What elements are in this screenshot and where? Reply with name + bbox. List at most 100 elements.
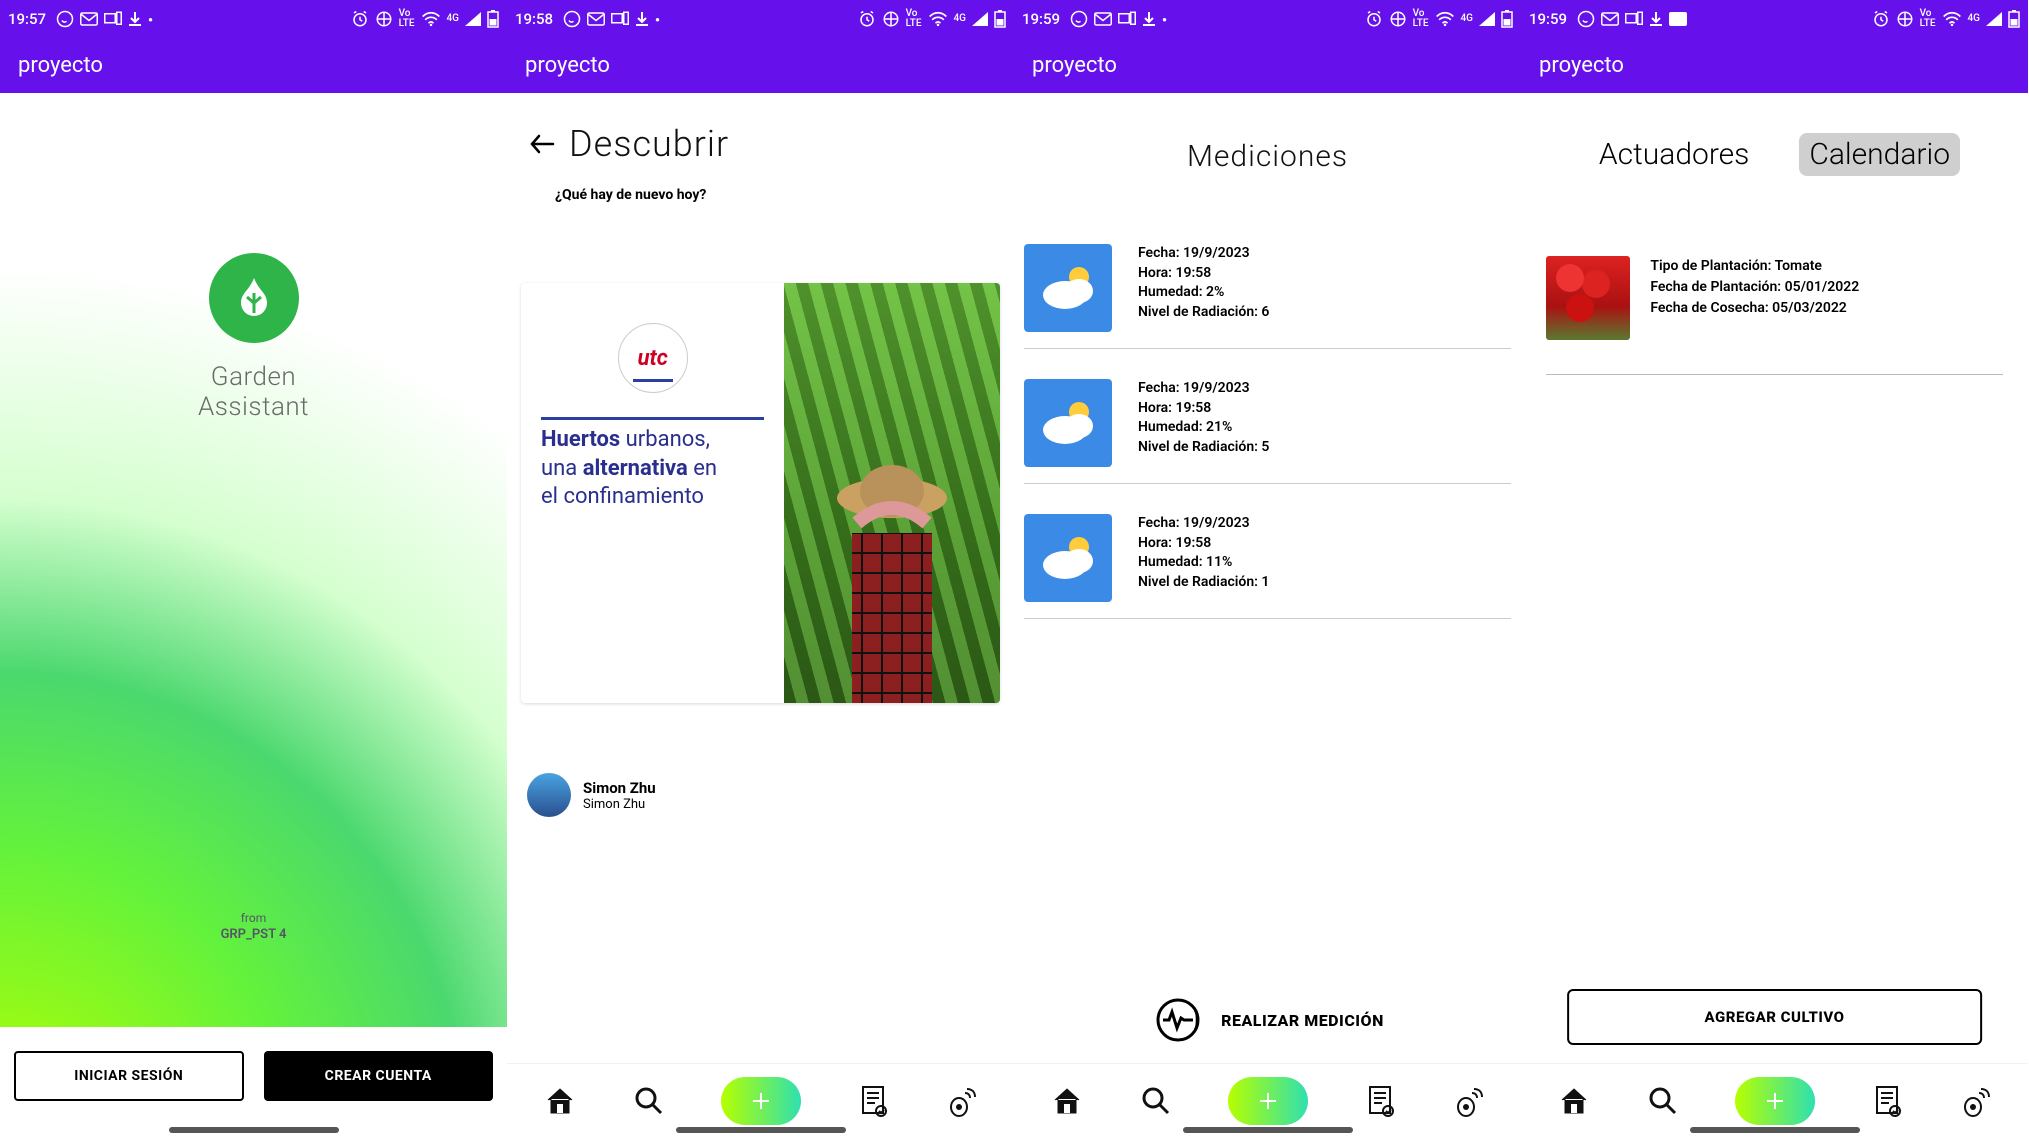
page-title: Mediciones	[1187, 139, 1348, 174]
weather-icon	[1024, 244, 1112, 332]
calendar-body: Actuadores Calendario Tipo de Plantación…	[1521, 93, 2028, 1137]
screen-login: 19:57 ● Vo LTE	[0, 0, 507, 1137]
screen-calendar: 19:59 Vo LTE 4G proyecto Actuadores Cale…	[1521, 0, 2028, 1137]
measure-button[interactable]: REALIZAR MEDICIÓN	[1014, 993, 1521, 1047]
download-icon	[1142, 11, 1156, 27]
tab-actuators[interactable]: Actuadores	[1589, 133, 1759, 176]
card-image	[784, 283, 1000, 703]
meas-date: Fecha: 19/9/2023	[1138, 379, 1269, 399]
status-time: 19:58	[515, 10, 553, 28]
status-time: 19:59	[1022, 10, 1060, 28]
meas-date: Fecha: 19/9/2023	[1138, 244, 1269, 264]
card-left: utc Huertos urbanos, una alternativa en …	[521, 283, 784, 703]
signal-icon	[1479, 12, 1495, 26]
back-icon[interactable]	[527, 129, 557, 159]
dot-icon: ●	[148, 15, 153, 24]
farmer-illustration	[812, 443, 972, 703]
wifi-icon	[421, 11, 441, 27]
signal-icon	[465, 12, 481, 26]
bottom-nav	[1014, 1063, 1521, 1137]
nav-home[interactable]	[1050, 1084, 1084, 1118]
nav-search[interactable]	[632, 1084, 666, 1118]
dnd-icon	[882, 10, 900, 28]
measurement-item[interactable]: Fecha: 19/9/2023 Hora: 19:58 Humedad: 11…	[1024, 514, 1511, 619]
app-name-line2: Assistant	[198, 392, 309, 422]
nav-search[interactable]	[1139, 1084, 1173, 1118]
discover-body: Descubrir ¿Qué hay de nuevo hoy? utc Hue…	[507, 93, 1014, 1137]
login-body: Garden Assistant from GRP_PST 4 INICIAR …	[0, 93, 507, 1137]
nav-receipt[interactable]	[1870, 1084, 1904, 1118]
bottom-nav	[1521, 1063, 2028, 1137]
nav-receipt[interactable]	[1363, 1084, 1397, 1118]
status-time: 19:59	[1529, 10, 1567, 28]
meas-radiation: Nivel de Radiación: 1	[1138, 573, 1269, 593]
nav-sensor[interactable]	[1959, 1084, 1993, 1118]
appbar-title: proyecto	[1539, 53, 1624, 78]
add-crop-button[interactable]: AGREGAR CULTIVO	[1567, 989, 1983, 1045]
net-gen-label: 4G	[1461, 14, 1474, 24]
app-name-line1: Garden	[211, 362, 296, 392]
login-button[interactable]: INICIAR SESIÓN	[14, 1051, 244, 1101]
alarm-icon	[858, 10, 876, 28]
utc-logo: utc	[618, 323, 688, 393]
from-label: from	[0, 911, 507, 925]
devices-icon	[1118, 11, 1136, 27]
measurement-item[interactable]: Fecha: 19/9/2023 Hora: 19:58 Humedad: 21…	[1024, 379, 1511, 484]
create-account-button[interactable]: CREAR CUENTA	[264, 1051, 494, 1101]
nav-home[interactable]	[543, 1084, 577, 1118]
meas-humidity: Humedad: 11%	[1138, 553, 1269, 573]
from-block: from GRP_PST 4	[0, 911, 507, 942]
article-card[interactable]: utc Huertos urbanos, una alternativa en …	[521, 283, 1000, 703]
nav-sensor[interactable]	[1452, 1084, 1486, 1118]
gesture-bar	[676, 1127, 846, 1133]
crop-item[interactable]: Tipo de Plantación: Tomate Fecha de Plan…	[1546, 256, 2002, 375]
appbar: proyecto	[507, 38, 1014, 93]
gesture-bar	[1183, 1127, 1353, 1133]
card-line2: una alternativa en	[541, 456, 717, 481]
nav-add-button[interactable]	[1228, 1077, 1308, 1125]
discover-subtitle: ¿Qué hay de nuevo hoy?	[507, 175, 1014, 213]
card-line3: el confinamiento	[541, 484, 704, 509]
meas-radiation: Nivel de Radiación: 5	[1138, 438, 1269, 458]
meas-date: Fecha: 19/9/2023	[1138, 514, 1269, 534]
tab-calendar[interactable]: Calendario	[1799, 133, 1960, 176]
dnd-icon	[375, 10, 393, 28]
whatsapp-icon	[56, 10, 74, 28]
page-title: Descubrir	[569, 123, 729, 165]
nav-add-button[interactable]	[721, 1077, 801, 1125]
volte-label: Vo LTE	[1920, 9, 1936, 29]
screen-discover: 19:58 ● Vo LTE 4G proyecto Descubrir ¿Qu…	[507, 0, 1014, 1137]
dnd-icon	[1389, 10, 1407, 28]
measurements-body: Mediciones Fecha: 19/9/2023 Hora: 19:58 …	[1014, 93, 1521, 1137]
meas-humidity: Humedad: 21%	[1138, 418, 1269, 438]
whatsapp-icon	[1577, 10, 1595, 28]
bottom-nav	[507, 1063, 1014, 1137]
nav-sensor[interactable]	[945, 1084, 979, 1118]
whatsapp-icon	[1070, 10, 1088, 28]
alarm-icon	[1365, 10, 1383, 28]
net-gen-label: 4G	[1968, 14, 1981, 24]
devices-icon	[611, 11, 629, 27]
measurement-text: Fecha: 19/9/2023 Hora: 19:58 Humedad: 21…	[1138, 379, 1269, 457]
crop-harvest-date: Fecha de Cosecha: 05/03/2022	[1650, 298, 1859, 319]
nav-receipt[interactable]	[856, 1084, 890, 1118]
appbar-title: proyecto	[525, 53, 610, 78]
nav-add-button[interactable]	[1735, 1077, 1815, 1125]
volte-label: Vo LTE	[1413, 9, 1429, 29]
wifi-icon	[1942, 11, 1962, 27]
app-logo	[209, 253, 299, 343]
nav-home[interactable]	[1557, 1084, 1591, 1118]
badge-icon	[1669, 12, 1687, 26]
weather-icon	[1024, 514, 1112, 602]
gmail-icon	[1601, 12, 1619, 26]
appbar: proyecto	[1014, 38, 1521, 93]
nav-search[interactable]	[1646, 1084, 1680, 1118]
gmail-icon	[80, 12, 98, 26]
appbar-title: proyecto	[1032, 53, 1117, 78]
measurement-item[interactable]: Fecha: 19/9/2023 Hora: 19:58 Humedad: 2%…	[1024, 244, 1511, 349]
author-name: Simon Zhu	[583, 779, 656, 797]
card-line1: Huertos urbanos,	[541, 427, 710, 452]
download-icon	[635, 11, 649, 27]
author-row[interactable]: Simon Zhu Simon Zhu	[507, 703, 1014, 817]
appbar: proyecto	[0, 38, 507, 93]
